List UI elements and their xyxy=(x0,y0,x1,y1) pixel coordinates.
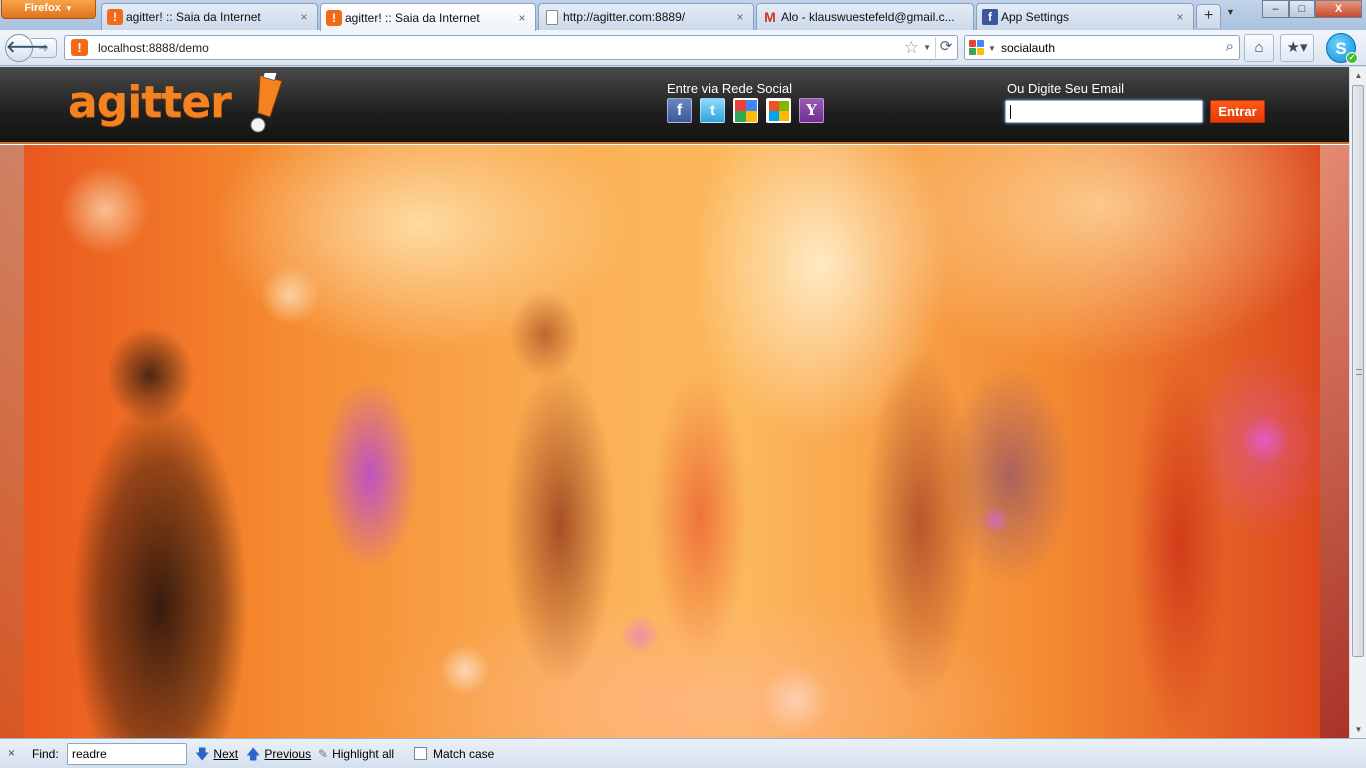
tab-close-icon[interactable]: × xyxy=(1173,10,1187,24)
highlighter-icon: ✎ xyxy=(318,747,329,761)
tab-label: http://agitter.com:8889/ xyxy=(563,10,686,24)
minimize-button[interactable]: – xyxy=(1262,0,1289,18)
tab-label: agitter! :: Saia da Internet xyxy=(126,10,261,24)
gmail-icon: M xyxy=(764,9,776,25)
find-bar: × Find: readre 🡇 Next 🡅 Previous ✎ Highl… xyxy=(0,738,1366,768)
find-input[interactable]: readre xyxy=(67,743,187,765)
reload-icon[interactable]: ⟳ xyxy=(935,37,956,58)
entrar-button[interactable]: Entrar xyxy=(1210,100,1265,123)
text-cursor xyxy=(1010,105,1011,119)
email-label: Ou Digite Seu Email xyxy=(1007,81,1125,96)
tab-label: Alo - klauswuestefeld@gmail.c... xyxy=(781,10,955,24)
scroll-up-icon[interactable]: ▲ xyxy=(1350,67,1366,84)
exclamation-bottle-icon xyxy=(250,73,283,133)
url-bar[interactable]: ! localhost:8888/demo ☆ ▼ ⟳ xyxy=(64,35,958,60)
list-all-tabs-icon[interactable]: ▼ xyxy=(1226,7,1235,17)
close-window-button[interactable]: X xyxy=(1315,0,1362,18)
site-header: agitter Entre via Rede Social f t Y Ou D… xyxy=(0,67,1349,144)
match-case-checkbox[interactable] xyxy=(414,747,427,760)
skype-icon[interactable]: S ✓ xyxy=(1326,33,1358,64)
tab-gmail[interactable]: M Alo - klauswuestefeld@gmail.c... xyxy=(756,3,974,30)
blank-page-icon xyxy=(544,9,560,25)
agitter-favicon-icon: ! xyxy=(326,9,342,26)
yahoo-login-button[interactable]: Y xyxy=(799,98,824,123)
tab-label: agitter! :: Saia da Internet xyxy=(345,10,480,25)
home-icon[interactable]: ⌂ xyxy=(1244,34,1274,62)
chevron-down-icon: ▼ xyxy=(64,4,73,13)
find-previous-button[interactable]: 🡅 Previous xyxy=(246,747,311,761)
match-case-label[interactable]: Match case xyxy=(433,747,494,761)
bookmark-star-icon[interactable]: ☆ xyxy=(904,38,919,58)
vertical-scrollbar[interactable]: ▲ ▼ xyxy=(1349,67,1366,738)
scroll-down-icon[interactable]: ▼ xyxy=(1350,721,1366,738)
chevron-down-icon[interactable]: ▼ xyxy=(988,44,996,53)
search-input[interactable]: socialauth xyxy=(1001,41,1055,55)
maximize-button[interactable]: □ xyxy=(1289,0,1315,18)
url-text[interactable]: localhost:8888/demo xyxy=(98,41,209,55)
page-viewport: agitter Entre via Rede Social f t Y Ou D… xyxy=(0,67,1366,738)
arrow-up-icon: 🡅 xyxy=(246,746,261,762)
bookmarks-menu-icon[interactable]: ★▾ xyxy=(1280,34,1314,62)
site-identity-icon[interactable]: ! xyxy=(71,39,88,56)
hero-background-image xyxy=(0,145,1349,738)
back-forward-group: ➜ 🡐 xyxy=(5,34,59,62)
find-next-button[interactable]: 🡇 Next xyxy=(195,747,238,761)
search-bar[interactable]: ▼ socialauth ⌕ xyxy=(964,35,1240,60)
navigation-toolbar: ➜ 🡐 ! localhost:8888/demo ☆ ▼ ⟳ ▼ social… xyxy=(0,30,1366,66)
tab-close-icon[interactable]: × xyxy=(733,10,747,24)
find-next-label: Next xyxy=(213,747,239,761)
scrollbar-thumb[interactable] xyxy=(1352,85,1364,657)
firefox-menu-button[interactable]: Firefox ▼ xyxy=(1,0,96,19)
highlight-all-label: Highlight all xyxy=(332,747,395,761)
close-find-bar-icon[interactable]: × xyxy=(8,746,15,760)
agitter-favicon-icon: ! xyxy=(107,9,123,25)
tab-agitter-2[interactable]: ! agitter! :: Saia da Internet × xyxy=(320,3,536,31)
back-button[interactable]: 🡐 xyxy=(5,34,49,62)
search-icon[interactable]: ⌕ xyxy=(1226,38,1234,55)
highlight-all-button[interactable]: ✎ Highlight all xyxy=(318,747,394,761)
twitter-login-button[interactable]: t xyxy=(700,98,725,123)
find-previous-label: Previous xyxy=(264,747,312,761)
logo-text: agitter xyxy=(68,77,232,128)
url-history-dropdown-icon[interactable]: ▼ xyxy=(923,43,931,52)
agitter-logo[interactable]: agitter xyxy=(68,71,288,139)
windows-live-login-button[interactable] xyxy=(766,98,791,123)
arrow-down-icon: 🡇 xyxy=(195,746,210,762)
new-tab-button[interactable]: + xyxy=(1196,4,1221,28)
facebook-icon: f xyxy=(982,9,998,25)
google-search-engine-icon[interactable] xyxy=(969,40,985,56)
tab-app-settings[interactable]: f App Settings × xyxy=(976,3,1194,30)
facebook-login-button[interactable]: f xyxy=(667,98,692,123)
tab-agitter-8889[interactable]: http://agitter.com:8889/ × xyxy=(538,3,754,30)
tab-label: App Settings xyxy=(1001,10,1070,24)
google-login-button[interactable] xyxy=(733,98,758,123)
tab-close-icon[interactable]: × xyxy=(515,11,529,25)
social-login-label: Entre via Rede Social xyxy=(667,81,793,96)
tab-agitter-1[interactable]: ! agitter! :: Saia da Internet × xyxy=(101,3,318,30)
tab-close-icon[interactable]: × xyxy=(297,10,311,24)
online-status-icon: ✓ xyxy=(1346,52,1358,64)
tab-bar: Firefox ▼ ! agitter! :: Saia da Internet … xyxy=(0,0,1366,31)
find-label: Find: xyxy=(32,747,59,761)
email-field[interactable] xyxy=(1005,100,1203,123)
